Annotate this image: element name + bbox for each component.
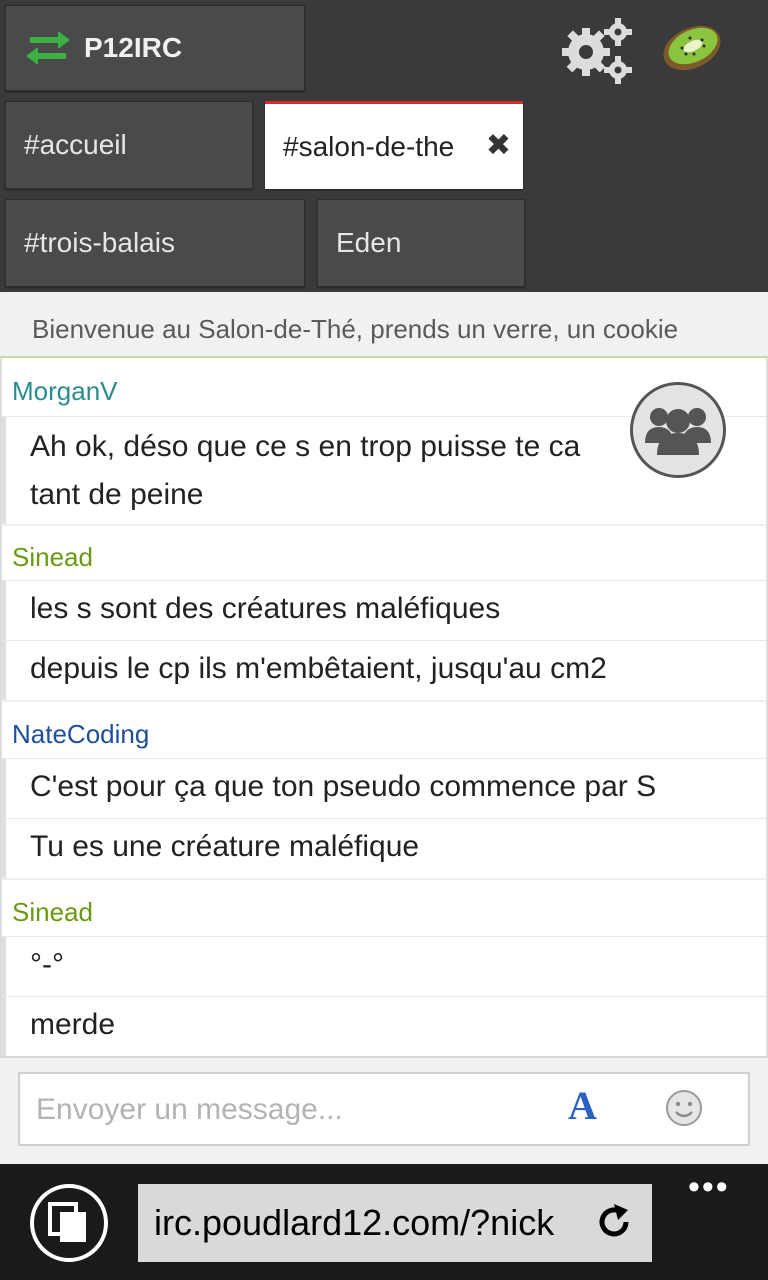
swap-arrows-icon (26, 31, 70, 65)
tab-label: #trois-balais (24, 227, 175, 258)
message-input[interactable] (36, 1084, 536, 1136)
app-title: P12IRC (84, 32, 183, 63)
tab-trois-balais[interactable]: #trois-balais (5, 199, 305, 287)
users-button[interactable] (630, 382, 726, 478)
close-icon[interactable]: ✖ (486, 128, 511, 163)
message-nick[interactable]: Sinead (12, 897, 93, 928)
topic-text: Bienvenue au Salon-de-Thé, prends un ver… (32, 314, 679, 344)
tab-salon-de-the[interactable]: #salon-de-the ✖ (265, 101, 523, 189)
divider (2, 700, 766, 702)
browser-bar: irc.poudlard12.com/?nick ••• (0, 1164, 768, 1280)
message-text: Tu es une créature maléfique (2, 818, 766, 878)
tabs-icon (48, 1202, 86, 1242)
message-text: merde (2, 996, 766, 1056)
users-icon (645, 408, 711, 455)
message-input-box: A (18, 1072, 750, 1146)
more-menu-button[interactable]: ••• (688, 1168, 730, 1207)
divider (2, 524, 766, 526)
tab-eden[interactable]: Eden (317, 199, 525, 287)
message-text: depuis le cp ils m'embêtaient, jusqu'au … (2, 640, 766, 700)
message-nick[interactable]: MorganV (12, 376, 118, 407)
app-header: P12IRC #accueil #salon-de-the ✖ #trois-b… (0, 0, 768, 292)
brand-button[interactable]: P12IRC (5, 5, 305, 91)
tabs-button[interactable] (30, 1184, 108, 1262)
address-bar[interactable]: irc.poudlard12.com/?nick (138, 1184, 652, 1262)
tab-label: Eden (336, 227, 402, 258)
url-text: irc.poudlard12.com/?nick (154, 1202, 555, 1243)
message-text: C'est pour ça que ton pseudo commence pa… (2, 758, 766, 818)
tab-label: #accueil (24, 129, 127, 160)
message-text: °-° (2, 936, 766, 996)
kiwi-icon (663, 25, 721, 71)
refresh-icon[interactable] (592, 1200, 636, 1244)
divider (2, 878, 766, 880)
smiley-icon[interactable] (664, 1088, 704, 1128)
tab-label: #salon-de-the (283, 130, 455, 162)
gears-icon[interactable] (562, 18, 634, 84)
compose-area: A (0, 1058, 768, 1164)
message-text: les s sont des créatures maléfiques (2, 580, 766, 640)
tab-accueil[interactable]: #accueil (5, 101, 253, 189)
message-nick[interactable]: NateCoding (12, 719, 149, 750)
font-format-button[interactable]: A (568, 1082, 597, 1129)
message-nick[interactable]: Sinead (12, 542, 93, 573)
channel-topic: Bienvenue au Salon-de-Thé, prends un ver… (0, 292, 768, 358)
